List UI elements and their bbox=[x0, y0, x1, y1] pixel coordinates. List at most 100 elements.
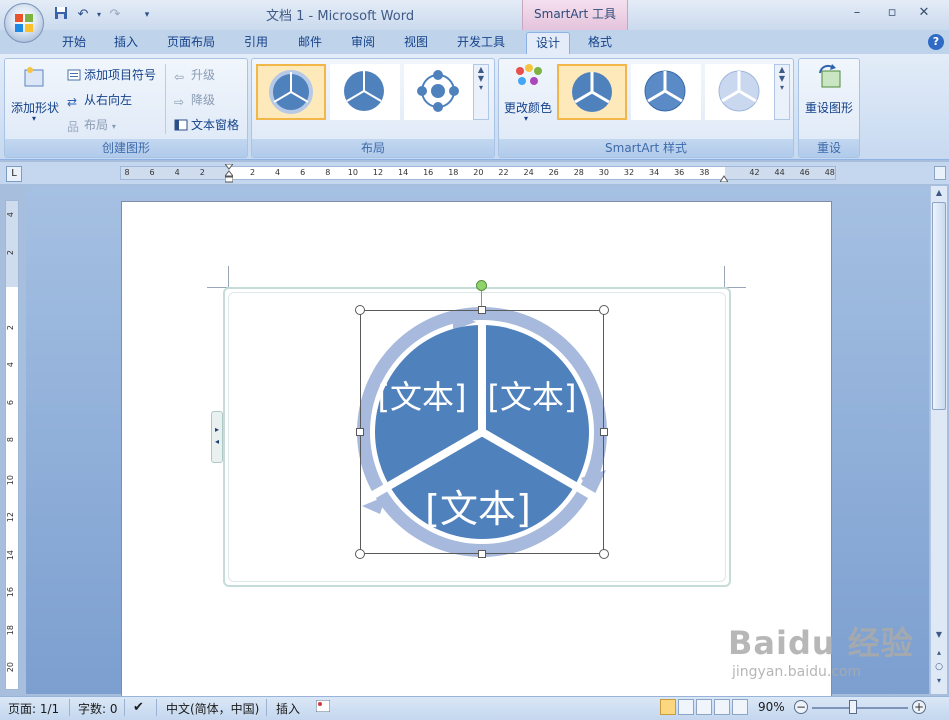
radial-thumb-icon bbox=[417, 70, 459, 112]
crop-mark bbox=[228, 266, 229, 288]
help-icon[interactable]: ? bbox=[928, 34, 944, 50]
vertical-scrollbar[interactable]: ▲ ▼ ▴ ○ ▾ bbox=[930, 186, 947, 694]
scroll-thumb[interactable] bbox=[932, 202, 946, 410]
resize-handle-icon[interactable] bbox=[355, 305, 365, 315]
resize-handle-icon[interactable] bbox=[478, 306, 486, 314]
status-divider bbox=[156, 699, 157, 716]
watermark-brand: Baidu 经验 bbox=[728, 624, 914, 662]
right-to-left-label: 从右向左 bbox=[84, 93, 133, 107]
print-layout-view-icon[interactable] bbox=[660, 699, 676, 715]
ruler-tick-label: 30 bbox=[598, 168, 609, 177]
style-option-light[interactable] bbox=[705, 64, 775, 120]
prev-page-icon[interactable]: ▴ bbox=[932, 646, 946, 660]
word-count[interactable]: 字数: 0 bbox=[78, 700, 118, 717]
rotation-handle-icon[interactable] bbox=[476, 280, 487, 291]
language-indicator[interactable]: 中文(简体，中国) bbox=[166, 700, 259, 717]
layout-button[interactable]: 品布局 ▾ bbox=[67, 116, 116, 134]
reset-graphic-button[interactable]: 重设图形 bbox=[805, 99, 853, 116]
tab-design[interactable]: 设计 bbox=[526, 32, 570, 54]
right-to-left-button[interactable]: ⇄ 从右向左 bbox=[67, 91, 133, 109]
zoom-level[interactable]: 90% bbox=[758, 700, 785, 714]
promote-button[interactable]: ⇦ 升级 bbox=[174, 66, 215, 84]
macro-recording-icon[interactable] bbox=[315, 699, 331, 715]
text-pane-button[interactable]: 文本窗格 bbox=[174, 116, 239, 133]
layout-option-pie[interactable] bbox=[330, 64, 400, 120]
layout-gallery-scroll[interactable]: ▲ ▼ ▾ bbox=[473, 64, 489, 120]
add-bullet-button[interactable]: 添加项目符号 bbox=[67, 66, 156, 83]
resize-handle-icon[interactable] bbox=[478, 550, 486, 558]
resize-handle-icon[interactable] bbox=[599, 549, 609, 559]
zoom-in-icon[interactable]: + bbox=[912, 700, 926, 714]
demote-button[interactable]: ⇨ 降级 bbox=[174, 91, 215, 109]
redo-icon[interactable]: ↷ bbox=[106, 6, 124, 24]
ruler-tick-label: 2 bbox=[6, 324, 15, 330]
tab-mailings[interactable]: 邮件 bbox=[292, 32, 328, 54]
outline-view-icon[interactable] bbox=[714, 699, 730, 715]
ruler-tick-label: 20 bbox=[6, 662, 15, 673]
resize-handle-icon[interactable] bbox=[599, 305, 609, 315]
insert-mode[interactable]: 插入 bbox=[276, 700, 300, 717]
org-chart-icon: 品 bbox=[67, 120, 80, 134]
bullet-list-icon bbox=[67, 69, 81, 81]
smartart-tools-title: SmartArt 工具 bbox=[522, 0, 628, 30]
status-divider bbox=[266, 699, 267, 716]
tab-home[interactable]: 开始 bbox=[56, 32, 92, 54]
tab-references[interactable]: 引用 bbox=[238, 32, 274, 54]
layout-option-radial[interactable] bbox=[404, 64, 474, 120]
zoom-out-icon[interactable]: − bbox=[794, 700, 808, 714]
layout-option-cycle-segmented[interactable] bbox=[256, 64, 326, 120]
tab-review[interactable]: 审阅 bbox=[345, 32, 381, 54]
zoom-slider-thumb[interactable] bbox=[849, 700, 857, 714]
close-icon[interactable]: ✕ bbox=[913, 4, 935, 22]
style-option-subtle[interactable] bbox=[631, 64, 701, 120]
indent-marker-icon[interactable] bbox=[223, 163, 235, 184]
draft-view-icon[interactable] bbox=[732, 699, 748, 715]
office-logo-icon bbox=[15, 14, 33, 32]
style-gallery-scroll[interactable]: ▲ ▼ ▾ bbox=[774, 64, 790, 120]
tab-selector-icon[interactable]: L bbox=[6, 166, 22, 182]
right-indent-marker-icon[interactable] bbox=[719, 171, 729, 183]
office-button[interactable] bbox=[4, 3, 44, 43]
ruler-tick-label: 12 bbox=[6, 512, 15, 523]
change-colors-dropdown-icon[interactable]: ▾ bbox=[524, 114, 528, 123]
scroll-down-icon[interactable]: ▼ bbox=[932, 628, 946, 642]
group-label-layouts: 布局 bbox=[252, 139, 494, 157]
minimize-icon[interactable]: – bbox=[846, 4, 868, 22]
tab-view[interactable]: 视图 bbox=[398, 32, 434, 54]
ruler-tick-label: 24 bbox=[523, 168, 534, 177]
tab-page-layout[interactable]: 页面布局 bbox=[162, 32, 220, 54]
save-icon[interactable] bbox=[52, 6, 70, 24]
resize-handle-icon[interactable] bbox=[355, 549, 365, 559]
ruler-tick-label: 8 bbox=[325, 168, 331, 177]
ruler-tick-label: 18 bbox=[448, 168, 459, 177]
promote-arrow-icon: ⇦ bbox=[174, 70, 185, 84]
web-layout-view-icon[interactable] bbox=[696, 699, 712, 715]
vertical-ruler[interactable]: 4 2 2 4 6 8 10 12 14 16 18 20 bbox=[5, 200, 19, 690]
customize-qat-icon[interactable]: ▾ bbox=[138, 6, 156, 24]
view-ruler-icon[interactable] bbox=[934, 166, 946, 180]
select-browse-object-icon[interactable]: ○ bbox=[932, 660, 946, 674]
tab-insert[interactable]: 插入 bbox=[108, 32, 144, 54]
ruler-tick-label: 2 bbox=[199, 168, 205, 177]
resize-handle-icon[interactable] bbox=[356, 428, 364, 436]
crop-mark bbox=[724, 266, 725, 288]
tab-developer[interactable]: 开发工具 bbox=[450, 32, 512, 54]
zoom-slider-track[interactable] bbox=[812, 707, 908, 709]
full-screen-reading-icon[interactable] bbox=[678, 699, 694, 715]
group-label-smartart-styles: SmartArt 样式 bbox=[499, 139, 793, 157]
style-option-simple[interactable] bbox=[557, 64, 627, 120]
next-page-icon[interactable]: ▾ bbox=[932, 674, 946, 688]
proofing-icon[interactable]: ✔ bbox=[133, 700, 144, 715]
tab-format[interactable]: 格式 bbox=[582, 32, 618, 54]
ruler-tick-label: 10 bbox=[6, 474, 15, 485]
text-pane-toggle[interactable]: ▸ ◂ bbox=[211, 411, 223, 463]
ruler-tick-label: 2 bbox=[249, 168, 256, 177]
resize-handle-icon[interactable] bbox=[600, 428, 608, 436]
pie-thumb-icon bbox=[344, 71, 384, 111]
add-shape-dropdown-icon[interactable]: ▾ bbox=[32, 114, 36, 123]
restore-icon[interactable]: ▫ bbox=[881, 4, 903, 22]
page-count[interactable]: 页面: 1/1 bbox=[8, 700, 59, 717]
group-label-reset: 重设 bbox=[799, 139, 859, 157]
scroll-up-icon[interactable]: ▲ bbox=[932, 186, 946, 200]
ruler-tick-label: 4 bbox=[6, 212, 15, 218]
